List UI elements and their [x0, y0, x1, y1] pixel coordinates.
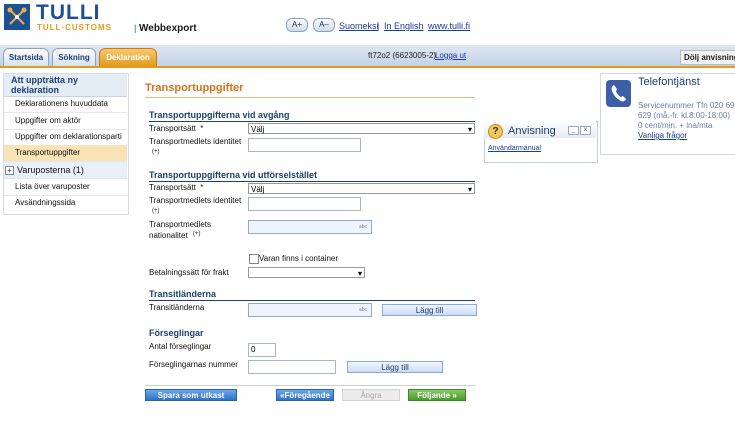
seal-count-label: Antal förseglingar: [149, 342, 212, 351]
font-increase-button[interactable]: A+: [286, 18, 308, 32]
exit-identity-label: Transportmedlets identitet: [149, 196, 242, 205]
nav-item-varuposterna[interactable]: Varuposterna (1): [4, 162, 127, 179]
section-transit-rule: [149, 300, 475, 301]
tulli-site-link[interactable]: www.tulli.fi: [428, 21, 470, 31]
phone-hours-line: 629 (må.-fr. kl.8:00-18:00): [638, 111, 731, 120]
exit-nationality-label-2: nationalitet: [149, 231, 188, 240]
departure-identity-mark: (+): [152, 149, 160, 155]
phone-service-title: Telefontjänst: [638, 76, 700, 88]
help-title: Anvisning: [508, 125, 556, 137]
payment-method-label: Betalningssätt för frakt: [149, 268, 229, 277]
font-decrease-button[interactable]: A–: [313, 18, 335, 32]
undo-button[interactable]: Ångra: [342, 389, 400, 401]
exit-mode-select[interactable]: Välj: [248, 183, 475, 195]
nav-item-deklarationsparti[interactable]: Uppgifter om deklarationsparti: [4, 129, 127, 146]
next-button[interactable]: Följande »: [408, 389, 466, 401]
transit-add-button[interactable]: Lägg till: [382, 304, 477, 316]
exit-identity-mark: (+): [152, 208, 160, 214]
save-draft-button[interactable]: Spara som utkast: [145, 389, 237, 401]
section-transit-heading: Transitländerna: [149, 289, 217, 299]
app-name: Webbexport: [139, 23, 197, 34]
lang-english-link[interactable]: In English: [384, 21, 424, 31]
minimize-icon[interactable]: _: [568, 126, 579, 135]
expand-icon[interactable]: +: [5, 166, 14, 175]
nav-item-aktor[interactable]: Uppgifter om aktör: [4, 113, 127, 130]
tulli-logo-emblem: [4, 4, 30, 30]
abc-indicator: abc: [359, 224, 368, 230]
help-icon: ?: [488, 124, 503, 139]
title-divider: [145, 97, 475, 98]
departure-identity-input[interactable]: [248, 138, 361, 152]
abc-indicator-transit: abc: [359, 307, 368, 313]
page-title: Transportuppgifter: [145, 82, 244, 94]
user-id: ft72o2 (6623005-2): [368, 51, 437, 60]
nav-item-huvuddata[interactable]: Deklarationens huvuddata: [4, 96, 127, 113]
payment-method-select[interactable]: [248, 267, 365, 279]
logo-subtitle: TULL·CUSTOMS: [37, 23, 112, 32]
nav-heading: Att uppträtta ny deklaration: [11, 75, 78, 95]
nav-item-transportuppgifter[interactable]: Transportuppgifter: [4, 145, 127, 162]
phone-number-line: Servicenummer Tfn 020 690: [638, 101, 735, 110]
departure-mode-select[interactable]: Välj: [248, 123, 475, 135]
logout-link[interactable]: Logga ut: [435, 51, 466, 60]
phone-icon: [606, 80, 631, 107]
tab-deklaration[interactable]: Deklaration: [99, 48, 157, 66]
container-label: Varan finns i container: [259, 254, 339, 263]
exit-identity-input[interactable]: [248, 197, 361, 211]
crossed-keys-icon: [7, 7, 27, 25]
section-exit-rule: [149, 181, 475, 182]
tab-startsida[interactable]: Startsida: [3, 48, 49, 66]
logo-wordmark: TULLI: [36, 1, 101, 24]
exit-mode-label: Transportsätt *: [149, 183, 204, 192]
seal-count-input[interactable]: 0: [248, 343, 276, 357]
previous-button[interactable]: «Föregående: [276, 389, 334, 401]
nav-item-lista-varuposter[interactable]: Lista över varuposter: [4, 179, 127, 196]
user-manual-link[interactable]: Användarmanual: [488, 145, 541, 152]
exit-nationality-mark: (+): [193, 231, 201, 237]
transit-label: Transitländerna: [149, 303, 205, 312]
section-seals-heading: Förseglingar: [149, 328, 204, 338]
section-exit-heading: Transportuppgifterna vid utförselstället: [149, 170, 318, 180]
section-departure-rule: [149, 121, 475, 122]
exit-nationality-label-1: Transportmedlets: [149, 220, 211, 229]
seal-numbers-label: Förseglingarnas nummer: [149, 360, 238, 369]
tab-sokning[interactable]: Sökning: [52, 48, 96, 66]
container-checkbox[interactable]: [249, 254, 259, 264]
section-departure-heading: Transportuppgifterna vid avgång: [149, 110, 290, 120]
close-icon[interactable]: x: [580, 126, 591, 135]
seal-numbers-input[interactable]: [248, 360, 336, 374]
footer-divider: [145, 385, 475, 386]
faq-link[interactable]: Vanliga frågor: [638, 131, 687, 140]
logo-separator: |: [134, 23, 137, 33]
departure-identity-label: Transportmedlets identitet: [149, 137, 242, 146]
departure-mode-label: Transportsätt *: [149, 124, 204, 133]
exit-nationality-input[interactable]: [248, 220, 372, 234]
lang-finnish-link[interactable]: Suomeksi: [339, 21, 379, 31]
hide-help-button[interactable]: Dölj anvisningar: [680, 50, 735, 65]
nav-item-avsandningssida[interactable]: Avsändningssida: [4, 195, 127, 211]
transit-input[interactable]: [248, 303, 372, 317]
phone-cost-line: 0 cent/min. + lna/mta: [638, 121, 713, 130]
lang-separator: |: [377, 21, 380, 31]
seal-add-button[interactable]: Lägg till: [347, 361, 443, 373]
